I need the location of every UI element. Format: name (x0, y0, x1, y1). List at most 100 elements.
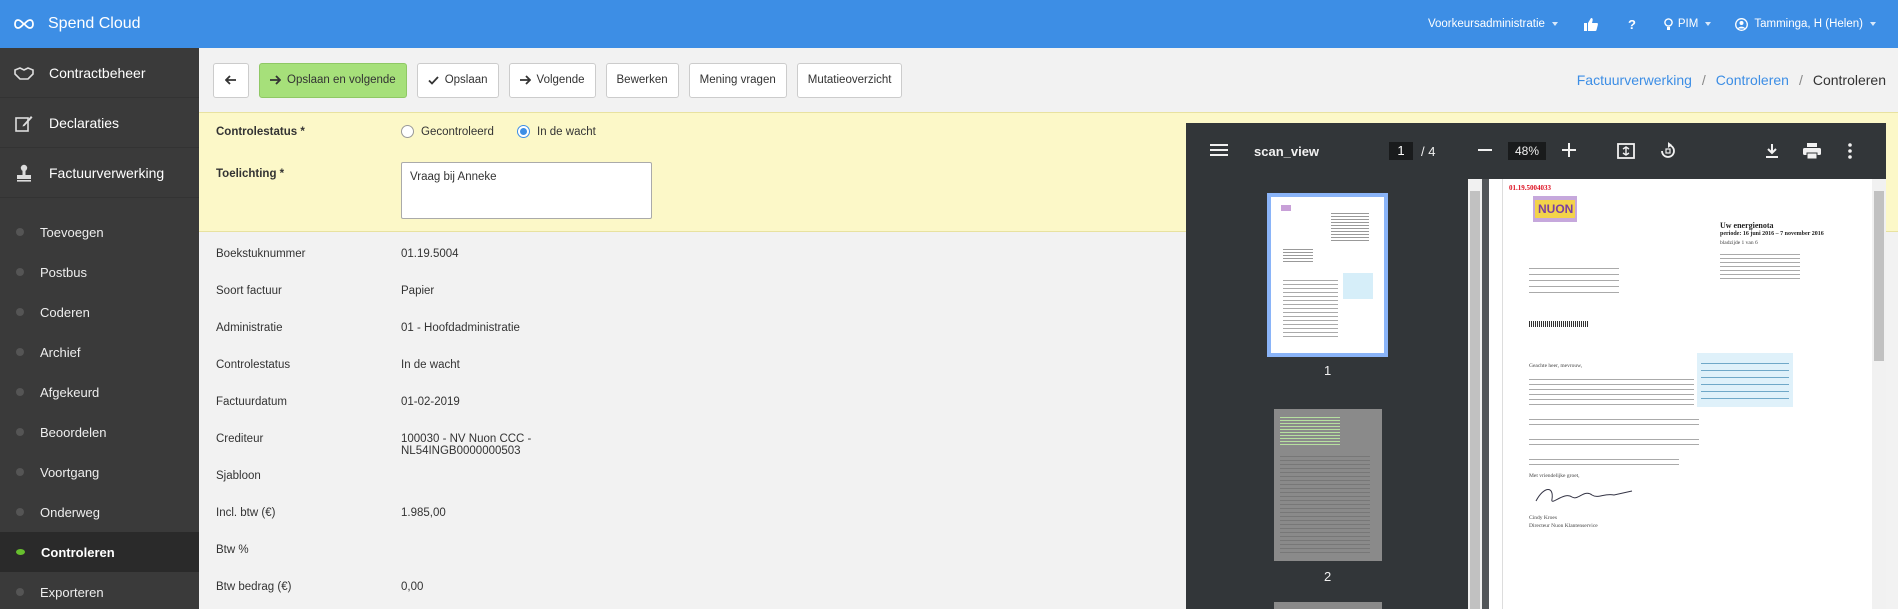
thumbnail-page-2[interactable] (1274, 409, 1382, 561)
zoom-out-icon[interactable] (1478, 143, 1492, 160)
sidebar-item-label: Coderen (40, 304, 90, 320)
sidebar-item-label: Exporteren (40, 584, 104, 600)
scrollbar-thumb (1874, 191, 1884, 361)
top-bar: Spend Cloud Voorkeursadministratie ? PIM… (0, 0, 1898, 48)
user-icon (1735, 17, 1749, 31)
download-icon[interactable] (1762, 141, 1782, 161)
zoom-in-icon[interactable] (1562, 142, 1576, 160)
mutation-overview-button[interactable]: Mutatieoverzicht (796, 62, 903, 98)
detail-value: 0,00 (401, 581, 424, 593)
detail-label: Btw % (216, 544, 249, 556)
document-stamp: 01.19.5004033 (1509, 184, 1551, 192)
detail-row: Soort factuur Papier (199, 275, 1179, 312)
user-menu[interactable]: Tamminga, H (Helen) (1723, 0, 1898, 48)
detail-label: Factuurdatum (216, 396, 287, 408)
detail-row: Factuurdatum 01-02-2019 (199, 386, 1179, 423)
dot-icon (16, 468, 24, 476)
radio-in-de-wacht[interactable]: In de wacht (517, 125, 596, 138)
detail-label: Sjabloon (216, 470, 261, 482)
dot-icon (16, 388, 24, 396)
detail-row: Administratie 01 - Hoofdadministratie (199, 312, 1179, 349)
back-button[interactable] (213, 62, 249, 98)
thumbnail-panel: 1 2 (1186, 179, 1468, 609)
caret-down-icon (1705, 22, 1712, 26)
amount-summary-box (1697, 353, 1793, 407)
sidebar-item-controleren[interactable]: Controleren (0, 532, 199, 572)
thumbnail-scrollbar[interactable] (1468, 179, 1482, 609)
sidebar-item-toevoegen[interactable]: Toevoegen (0, 212, 199, 252)
button-label: Bewerken (616, 74, 668, 86)
document-scrollbar[interactable] (1872, 179, 1886, 609)
zoom-input[interactable]: 48% (1508, 142, 1546, 160)
invoice-details: Boekstuknummer 01.19.5004 Soort factuur Pa… (199, 238, 1179, 608)
save-and-next-button[interactable]: Opslaan en volgende (259, 62, 407, 98)
menu-icon[interactable] (1210, 143, 1228, 160)
breadcrumb-link[interactable]: Controleren (1716, 72, 1789, 88)
note-textarea[interactable]: Vraag bij Anneke (401, 162, 652, 219)
rotate-icon[interactable] (1658, 141, 1678, 161)
sidebar-item-beoordelen[interactable]: Beoordelen (0, 412, 199, 452)
sidebar-item-label: Archief (40, 344, 81, 360)
help-button[interactable]: ? (1612, 0, 1652, 48)
pdf-viewer: scan_view 1 / 4 48% 1 2 01.19.5004033 NU… (1186, 123, 1886, 609)
thumbnail-page-3[interactable] (1274, 602, 1382, 609)
print-icon[interactable] (1802, 141, 1822, 161)
next-button[interactable]: Volgende (508, 62, 596, 98)
creditor-iban: NL54INGB0000000503 (401, 445, 521, 457)
detail-row: Sjabloon (199, 460, 1179, 497)
sidebar-item-exporteren[interactable]: Exporteren (0, 572, 199, 609)
detail-row: Incl. btw (€) 1.985,00 (199, 497, 1179, 534)
breadcrumb-link[interactable]: Factuurverwerking (1577, 72, 1692, 88)
radio-gecontroleerd[interactable]: Gecontroleerd (401, 125, 494, 138)
ask-opinion-button[interactable]: Mening vragen (688, 62, 787, 98)
dot-icon (16, 308, 24, 316)
detail-label: Crediteur (216, 433, 264, 445)
sidebar-item-afgekeurd[interactable]: Afgekeurd (0, 372, 199, 412)
sidebar-item-contractbeheer[interactable]: Contractbeheer (0, 48, 199, 98)
brand[interactable]: Spend Cloud (0, 15, 141, 33)
detail-row: Btw bedrag (€) 0,00 (199, 571, 1179, 608)
radio-label: Gecontroleerd (421, 125, 494, 138)
pim-dropdown[interactable]: PIM (1652, 0, 1723, 48)
sidebar-item-coderen[interactable]: Coderen (0, 292, 199, 332)
sidebar-item-archief[interactable]: Archief (0, 332, 199, 372)
more-options-icon[interactable] (1840, 141, 1860, 161)
sidebar-item-declaraties[interactable]: Declaraties (0, 98, 199, 148)
detail-label: Soort factuur (216, 285, 282, 297)
viewer-toolbar: scan_view 1 / 4 48% (1186, 123, 1886, 179)
user-name: Tamminga, H (Helen) (1754, 18, 1863, 30)
address-block (1529, 263, 1619, 297)
detail-label: Incl. btw (€) (216, 507, 276, 519)
nuon-logo-text: NUON (1538, 202, 1574, 216)
document-closing: Met vriendelijke groet, (1529, 473, 1580, 479)
edit-button[interactable]: Bewerken (605, 62, 679, 98)
sidebar-item-postbus[interactable]: Postbus (0, 252, 199, 292)
thumbs-up-button[interactable] (1570, 0, 1612, 48)
sidebar-item-factuurverwerking[interactable]: Factuurverwerking (0, 148, 199, 198)
document-heading: Uw energienota (1720, 221, 1774, 230)
pencil-icon (13, 113, 35, 133)
administration-dropdown[interactable]: Voorkeursadministratie (1416, 0, 1570, 48)
detail-label: Controlestatus (216, 359, 291, 371)
detail-value: 01.19.5004 (401, 248, 459, 260)
radio-icon (401, 125, 414, 138)
fit-page-icon[interactable] (1616, 141, 1636, 161)
sidebar-item-label: Factuurverwerking (49, 164, 165, 181)
stamp-icon (13, 163, 35, 183)
page-input[interactable]: 1 (1389, 142, 1413, 160)
save-button[interactable]: Opslaan (416, 62, 499, 98)
button-label: Mening vragen (699, 74, 776, 86)
arrow-right-icon (519, 75, 531, 85)
sidebar-item-label: Contractbeheer (49, 64, 146, 81)
infinity-logo-icon (14, 19, 34, 29)
detail-value: In de wacht (401, 359, 460, 371)
thumbnail-page-1[interactable] (1267, 193, 1388, 357)
breadcrumb-separator: / (1798, 72, 1803, 88)
radio-label: In de wacht (537, 125, 596, 138)
caret-down-icon (1551, 22, 1558, 26)
sidebar-item-onderweg[interactable]: Onderweg (0, 492, 199, 532)
detail-row: Btw % (199, 534, 1179, 571)
barcode (1529, 321, 1589, 327)
sidebar-item-voortgang[interactable]: Voortgang (0, 452, 199, 492)
dot-icon (16, 428, 24, 436)
